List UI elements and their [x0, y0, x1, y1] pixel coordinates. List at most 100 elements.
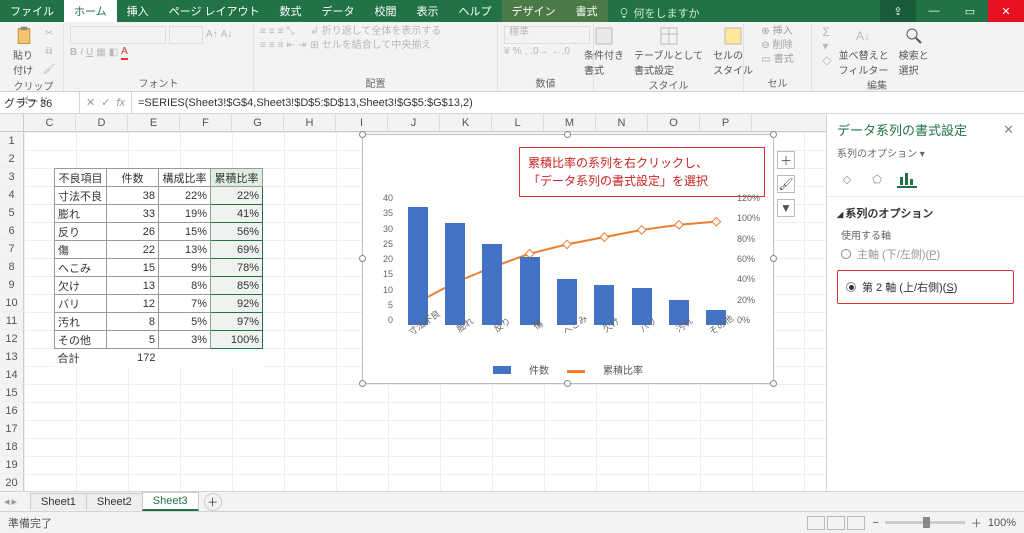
- row-header[interactable]: 17: [0, 420, 24, 438]
- fill-icon[interactable]: ▾: [822, 40, 831, 52]
- cell[interactable]: 5%: [159, 313, 211, 331]
- pane-close-icon[interactable]: ✕: [1003, 122, 1014, 138]
- zoom-out-button[interactable]: −: [872, 517, 878, 529]
- indent-dec-icon[interactable]: ⇤: [287, 40, 295, 52]
- row-header[interactable]: 15: [0, 384, 24, 402]
- clear-icon[interactable]: ◇: [822, 54, 831, 66]
- merge-center-icon[interactable]: ⊞: [310, 40, 318, 52]
- enter-fx-icon[interactable]: ✓: [101, 96, 110, 109]
- cell[interactable]: 26: [107, 223, 159, 241]
- cell[interactable]: 3%: [159, 331, 211, 349]
- zoom-in-button[interactable]: ＋: [971, 515, 982, 531]
- cell[interactable]: 欠け: [55, 277, 107, 295]
- sheet-tab[interactable]: Sheet1: [30, 493, 87, 510]
- column-header[interactable]: J: [388, 114, 440, 131]
- secondary-axis-radio[interactable]: 第 2 軸 (上/右側)(S): [842, 277, 1009, 297]
- align-center-icon[interactable]: ≡: [269, 40, 275, 52]
- row-header[interactable]: 12: [0, 330, 24, 348]
- fill-line-tab-icon[interactable]: ◇: [837, 170, 857, 188]
- cell[interactable]: 反り: [55, 223, 107, 241]
- cell[interactable]: 15: [107, 259, 159, 277]
- copy-icon[interactable]: ⧉: [41, 44, 57, 60]
- maximize-button[interactable]: ▭: [952, 0, 988, 22]
- row-header[interactable]: 9: [0, 276, 24, 294]
- column-header[interactable]: E: [128, 114, 180, 131]
- increase-font-icon[interactable]: A↑: [206, 29, 218, 41]
- fill-color-icon[interactable]: ◧: [109, 47, 118, 59]
- accounting-icon[interactable]: ¥: [504, 46, 510, 58]
- row-header[interactable]: 3: [0, 168, 24, 186]
- minimize-button[interactable]: —: [916, 0, 952, 22]
- close-button[interactable]: ✕: [988, 0, 1024, 22]
- cut-icon[interactable]: ✂: [41, 26, 57, 42]
- share-icon[interactable]: ⇪: [880, 0, 916, 22]
- tell-me[interactable]: 何をしますか: [608, 0, 710, 22]
- cell[interactable]: 8: [107, 313, 159, 331]
- view-buttons[interactable]: [806, 516, 866, 530]
- series-marker[interactable]: [712, 217, 720, 225]
- cell[interactable]: 38: [107, 187, 159, 205]
- sort-filter-button[interactable]: A↓並べ替えと フィルター: [836, 26, 892, 77]
- row-header[interactable]: 8: [0, 258, 24, 276]
- cell[interactable]: 33: [107, 205, 159, 223]
- column-header[interactable]: K: [440, 114, 492, 131]
- chart-elements-button[interactable]: ＋: [777, 151, 795, 169]
- row-header[interactable]: 18: [0, 438, 24, 456]
- chart-bar[interactable]: [520, 257, 540, 325]
- tab-view[interactable]: 表示: [407, 0, 449, 22]
- cell[interactable]: その他: [55, 331, 107, 349]
- cell[interactable]: 22: [107, 241, 159, 259]
- row-header[interactable]: 1: [0, 132, 24, 150]
- tab-home[interactable]: ホーム: [64, 0, 117, 22]
- cell[interactable]: 傷: [55, 241, 107, 259]
- effects-tab-icon[interactable]: ⬠: [867, 170, 887, 188]
- tab-nav-prev-icon[interactable]: ◂: [4, 495, 10, 508]
- cell[interactable]: 15%: [159, 223, 211, 241]
- chart-bar[interactable]: [482, 244, 502, 325]
- column-header[interactable]: N: [596, 114, 648, 131]
- series-marker[interactable]: [675, 221, 683, 229]
- formula-input[interactable]: =SERIES(Sheet3!$G$4,Sheet3!$D$5:$D$13,Sh…: [132, 97, 1024, 109]
- chart-bar[interactable]: [408, 207, 428, 325]
- column-header[interactable]: G: [232, 114, 284, 131]
- row-header[interactable]: 2: [0, 150, 24, 168]
- cell[interactable]: 97%: [211, 313, 263, 331]
- column-header[interactable]: C: [24, 114, 76, 131]
- comma-icon[interactable]: ,: [524, 46, 527, 58]
- cell[interactable]: 5: [107, 331, 159, 349]
- cell[interactable]: 100%: [211, 331, 263, 349]
- align-right-icon[interactable]: ≡: [278, 40, 284, 52]
- insert-cells-button[interactable]: ⊕挿入: [761, 26, 792, 38]
- row-header[interactable]: 11: [0, 312, 24, 330]
- primary-axis-radio[interactable]: 主軸 (下/左側)(P): [837, 244, 1014, 264]
- tab-design[interactable]: デザイン: [502, 0, 566, 22]
- row-header[interactable]: 6: [0, 222, 24, 240]
- chart-styles-button[interactable]: 🖌: [777, 175, 795, 193]
- cell[interactable]: へこみ: [55, 259, 107, 277]
- indent-inc-icon[interactable]: ⇥: [298, 40, 306, 52]
- cancel-fx-icon[interactable]: ✕: [86, 96, 95, 109]
- cell[interactable]: バリ: [55, 295, 107, 313]
- series-marker[interactable]: [563, 240, 571, 248]
- column-header[interactable]: L: [492, 114, 544, 131]
- zoom-slider[interactable]: [885, 521, 965, 524]
- decrease-font-icon[interactable]: A↓: [221, 29, 233, 41]
- cell[interactable]: 41%: [211, 205, 263, 223]
- column-header[interactable]: F: [180, 114, 232, 131]
- row-header[interactable]: 13: [0, 348, 24, 366]
- chart-bar[interactable]: [445, 223, 465, 325]
- row-header[interactable]: 5: [0, 204, 24, 222]
- cell[interactable]: 7%: [159, 295, 211, 313]
- tab-formulas[interactable]: 数式: [270, 0, 312, 22]
- align-top-icon[interactable]: ≡: [260, 26, 266, 38]
- fx-icon[interactable]: fx: [116, 97, 125, 109]
- cell[interactable]: 13: [107, 277, 159, 295]
- worksheet[interactable]: CDEFGHIJKLMNOP 1234567891011121314151617…: [0, 114, 826, 511]
- cell[interactable]: 膨れ: [55, 205, 107, 223]
- series-marker[interactable]: [600, 233, 608, 241]
- column-header[interactable]: M: [544, 114, 596, 131]
- orientation-icon[interactable]: ⤡: [287, 26, 295, 38]
- percent-icon[interactable]: %: [513, 46, 522, 58]
- paste-button[interactable]: 貼り付け: [10, 26, 37, 77]
- row-header[interactable]: 10: [0, 294, 24, 312]
